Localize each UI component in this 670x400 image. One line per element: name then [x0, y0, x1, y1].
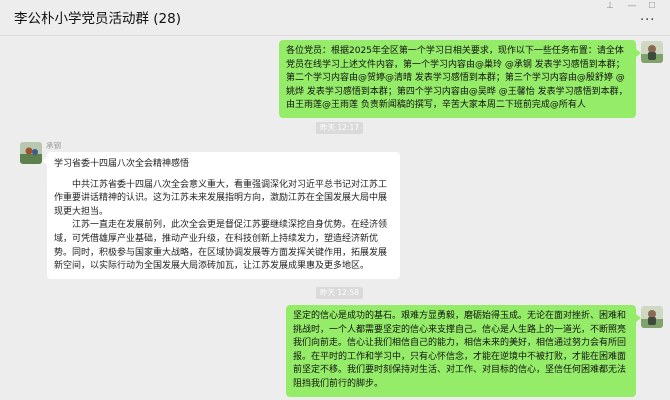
message-text: 坚定的信心是成功的基石。艰难方显勇毅，磨砺始得玉成。无论在面对挫折、困难和挑战时… — [293, 311, 627, 389]
self-avatar[interactable] — [641, 41, 663, 63]
timestamp: 昨天 12:58 — [316, 287, 363, 299]
sender-name: 承钢 — [46, 141, 61, 150]
self-avatar[interactable] — [641, 306, 663, 328]
message-paragraph: 中共江苏省委十四届八次全会意义重大，看重强调深化对习近平总书记对江苏工作重要讲话… — [54, 179, 388, 217]
pin-icon[interactable]: ⊥ — [604, 0, 616, 12]
message-bubble-other[interactable]: 学习省委十四届八次全会精神感悟 中共江苏省委十四届八次全会意义重大，看重强调深化… — [47, 152, 400, 279]
message-bubble-self[interactable]: 坚定的信心是成功的基石。艰难方显勇毅，磨砺始得玉成。无论在面对挫折、困难和挑战时… — [286, 305, 636, 397]
message-bubble-self[interactable]: 各位党员：根据2025年全区第一个学习日相关要求，现作以下一些任务布置：请全体党… — [279, 40, 636, 118]
sender-avatar[interactable] — [20, 142, 42, 164]
maximize-icon[interactable]: ☐ — [646, 0, 658, 12]
timestamp: 昨天 12:17 — [316, 122, 363, 134]
chat-header: 李公朴小学党员活动群 (28) ⊥ — ☐ ··· — [0, 0, 670, 36]
bubble-tail — [636, 49, 641, 57]
message-paragraph: 江苏一直走在发展前列，此次全会更是督促江苏要继续深挖自身优势。在经济领域，可凭借… — [54, 220, 388, 272]
message-title: 学习省委十四届八次全会精神感悟 — [54, 159, 190, 169]
minimize-icon[interactable]: — — [626, 0, 638, 12]
chat-title: 李公朴小学党员活动群 (28) — [14, 11, 182, 27]
bubble-tail — [636, 314, 641, 322]
message-text: 各位党员：根据2025年全区第一个学习日相关要求，现作以下一些任务布置：请全体党… — [286, 46, 628, 111]
more-dots-icon[interactable]: ··· — [640, 13, 655, 28]
